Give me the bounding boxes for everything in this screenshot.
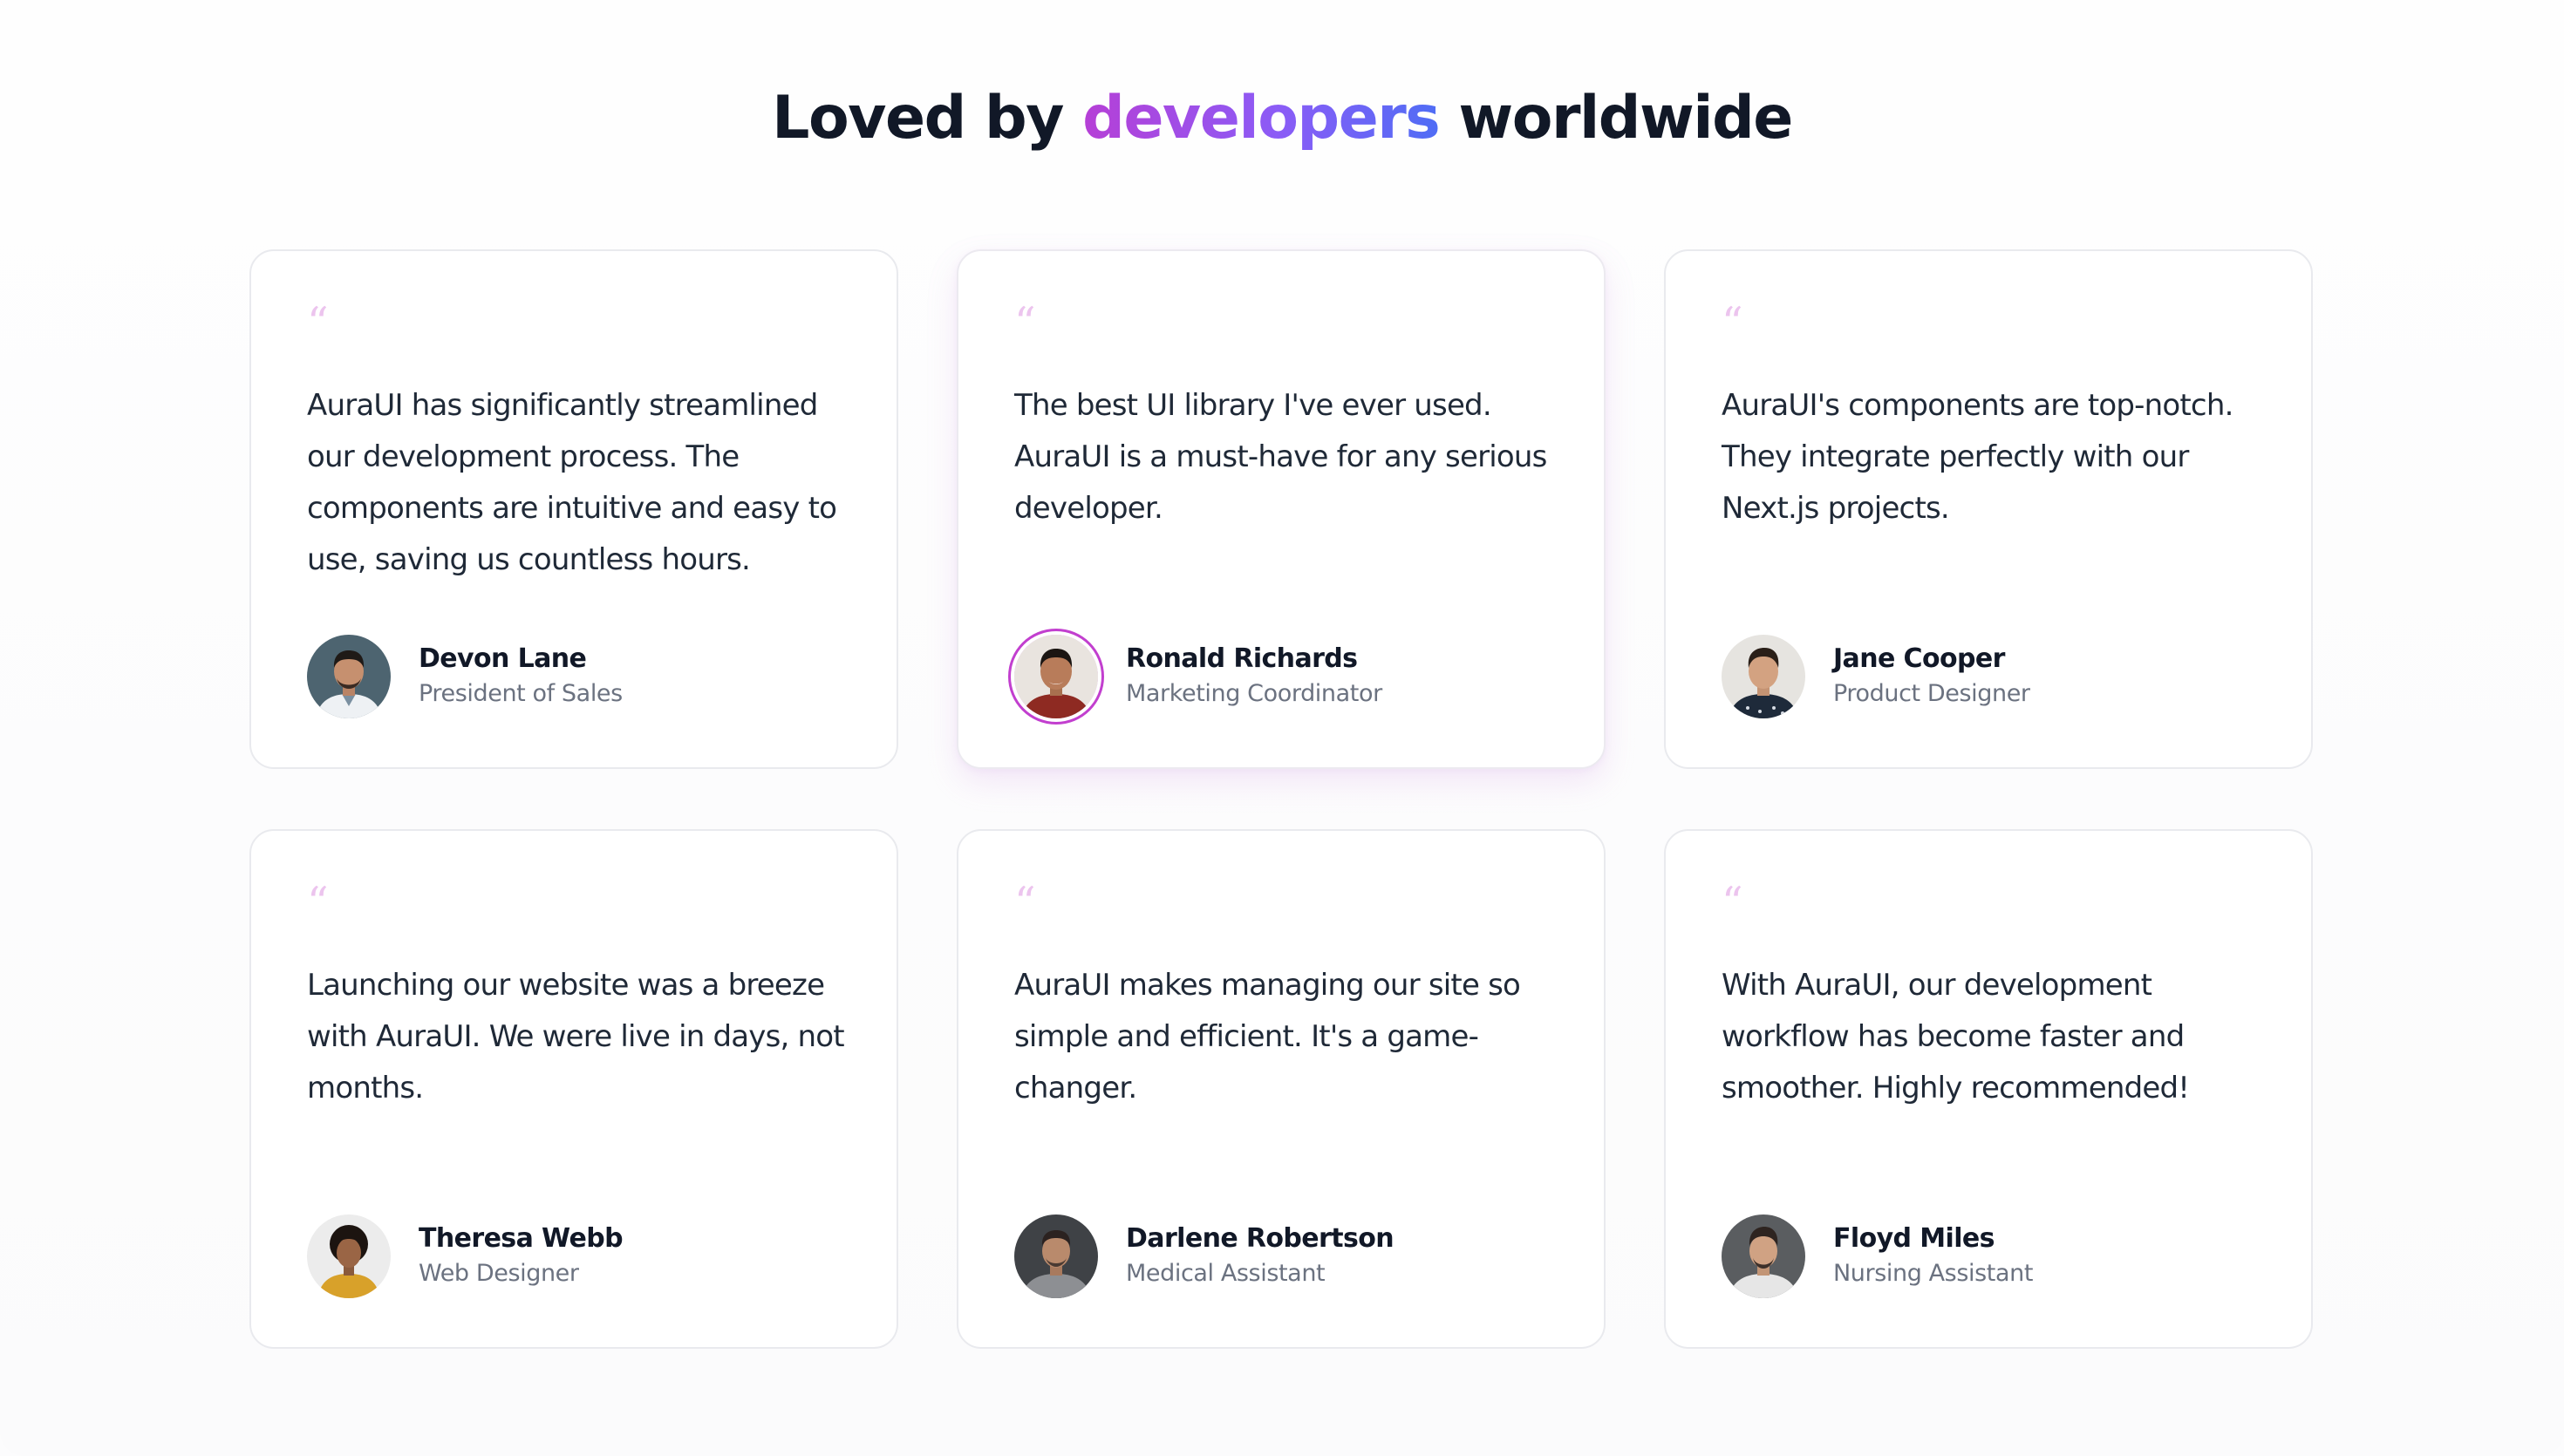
- author-role: Medical Assistant: [1126, 1260, 1326, 1287]
- quote-icon: “: [1014, 878, 1036, 927]
- testimonial-card: “ With AuraUI, our development workflow …: [1664, 829, 2313, 1349]
- testimonial-quote: With AuraUI, our development workflow ha…: [1722, 968, 2190, 1106]
- author-name: Devon Lane: [419, 643, 587, 674]
- testimonial-card: “ AuraUI has significantly streamlined o…: [249, 249, 898, 769]
- testimonial-card: “ Launching our website was a breeze wit…: [249, 829, 898, 1349]
- testimonial-quote: AuraUI has significantly streamlined our…: [307, 388, 837, 577]
- author-name: Floyd Miles: [1833, 1223, 1995, 1254]
- testimonial-author: Ronald Richards Marketing Coordinator: [1014, 633, 1382, 720]
- testimonial-author: Darlene Robertson Medical Assistant: [1014, 1213, 1395, 1300]
- section-heading: Loved by developers worldwide: [0, 77, 2564, 160]
- testimonial-author: Floyd Miles Nursing Assistant: [1722, 1213, 2033, 1300]
- avatar: [1722, 1214, 1805, 1298]
- author-name: Ronald Richards: [1126, 643, 1358, 674]
- testimonial-quote: AuraUI makes managing our site so simple…: [1014, 968, 1521, 1106]
- testimonial-author: Devon Lane President of Sales: [307, 633, 623, 720]
- avatar: [307, 1214, 391, 1298]
- testimonials-section: Loved by developers worldwide “ AuraUI h…: [0, 0, 2564, 1456]
- avatar: [1014, 1214, 1098, 1298]
- person-avatar-icon: [1722, 1214, 1805, 1298]
- quote-icon: “: [307, 878, 329, 927]
- quote-icon: “: [307, 298, 329, 347]
- author-role: Nursing Assistant: [1833, 1260, 2034, 1287]
- quote-icon: “: [1722, 298, 1743, 347]
- person-avatar-icon: [307, 1214, 391, 1298]
- author-role: Product Designer: [1833, 680, 2030, 707]
- testimonial-quote: AuraUI's components are top-notch. They …: [1722, 388, 2233, 526]
- person-avatar-icon: [1014, 1214, 1098, 1298]
- heading-suffix: worldwide: [1458, 84, 1793, 153]
- author-name: Darlene Robertson: [1126, 1223, 1395, 1254]
- testimonial-card: “ AuraUI makes managing our site so simp…: [957, 829, 1606, 1349]
- author-role: President of Sales: [419, 680, 623, 707]
- testimonial-quote: The best UI library I've ever used. Aura…: [1014, 388, 1547, 526]
- testimonial-author: Jane Cooper Product Designer: [1722, 633, 2030, 720]
- person-avatar-icon: [1014, 635, 1098, 718]
- quote-icon: “: [1014, 298, 1036, 347]
- testimonial-author: Theresa Webb Web Designer: [307, 1213, 624, 1300]
- quote-icon: “: [1722, 878, 1743, 927]
- author-name: Jane Cooper: [1833, 643, 2005, 674]
- testimonial-quote: Launching our website was a breeze with …: [307, 968, 845, 1106]
- author-name: Theresa Webb: [419, 1223, 624, 1254]
- person-avatar-icon: [1722, 635, 1805, 718]
- heading-highlight: developers: [1082, 84, 1441, 153]
- avatar: [307, 635, 391, 718]
- testimonial-card-highlighted: “ The best UI library I've ever used. Au…: [957, 249, 1606, 769]
- author-role: Web Designer: [419, 1260, 579, 1287]
- testimonial-card: “ AuraUI's components are top-notch. The…: [1664, 249, 2313, 769]
- person-avatar-icon: [307, 635, 391, 718]
- avatar: [1014, 635, 1098, 718]
- heading-prefix: Loved by: [772, 84, 1064, 153]
- avatar: [1722, 635, 1805, 718]
- author-role: Marketing Coordinator: [1126, 680, 1382, 707]
